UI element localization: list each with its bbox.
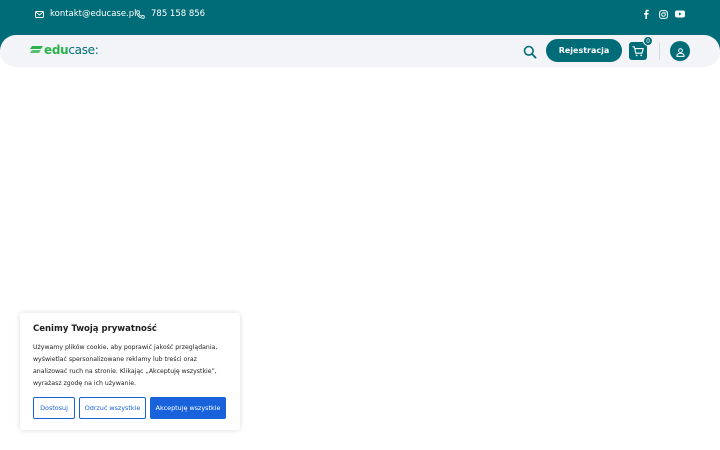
cookie-button-group: Dostosuj Odrzuć wszystkie Akceptuję wszy… <box>33 397 226 419</box>
youtube-icon[interactable] <box>675 9 685 19</box>
cookie-title: Cenimy Twoją prywatność <box>33 324 157 334</box>
envelope-icon <box>35 10 44 18</box>
cart-count-badge: 0 <box>643 36 653 46</box>
email-contact[interactable]: kontakt@educase.pl <box>35 9 137 19</box>
phone-contact[interactable]: 785 158 856 <box>136 9 205 19</box>
phone-text: 785 158 856 <box>151 9 206 19</box>
facebook-icon[interactable] <box>641 9 651 19</box>
accept-all-button[interactable]: Akceptuję wszystkie <box>150 397 226 419</box>
cookie-description: Używamy plików cookie, aby poprawić jako… <box>33 344 218 387</box>
customize-cookies-button[interactable]: Dostosuj <box>33 397 75 419</box>
cookie-consent-banner: Cenimy Twoją prywatność Używamy plików c… <box>20 313 240 430</box>
logo-text-case: case <box>68 43 95 57</box>
cart-icon <box>632 42 644 61</box>
search-icon[interactable] <box>523 44 537 59</box>
logo-text-edu: edu <box>44 43 69 57</box>
header-divider <box>659 42 660 60</box>
social-links <box>641 9 685 19</box>
user-icon <box>675 42 685 61</box>
logo-text-dot: : <box>94 43 99 57</box>
account-button[interactable] <box>670 41 690 61</box>
instagram-icon[interactable] <box>658 9 668 19</box>
educase-logo[interactable]: edu case : <box>30 43 99 57</box>
logo-mark-icon <box>30 43 43 57</box>
phone-icon <box>136 9 145 19</box>
register-button[interactable]: Rejestracja <box>546 39 622 62</box>
email-text: kontakt@educase.pl <box>50 9 137 19</box>
reject-all-button[interactable]: Odrzuć wszystkie <box>79 397 146 419</box>
